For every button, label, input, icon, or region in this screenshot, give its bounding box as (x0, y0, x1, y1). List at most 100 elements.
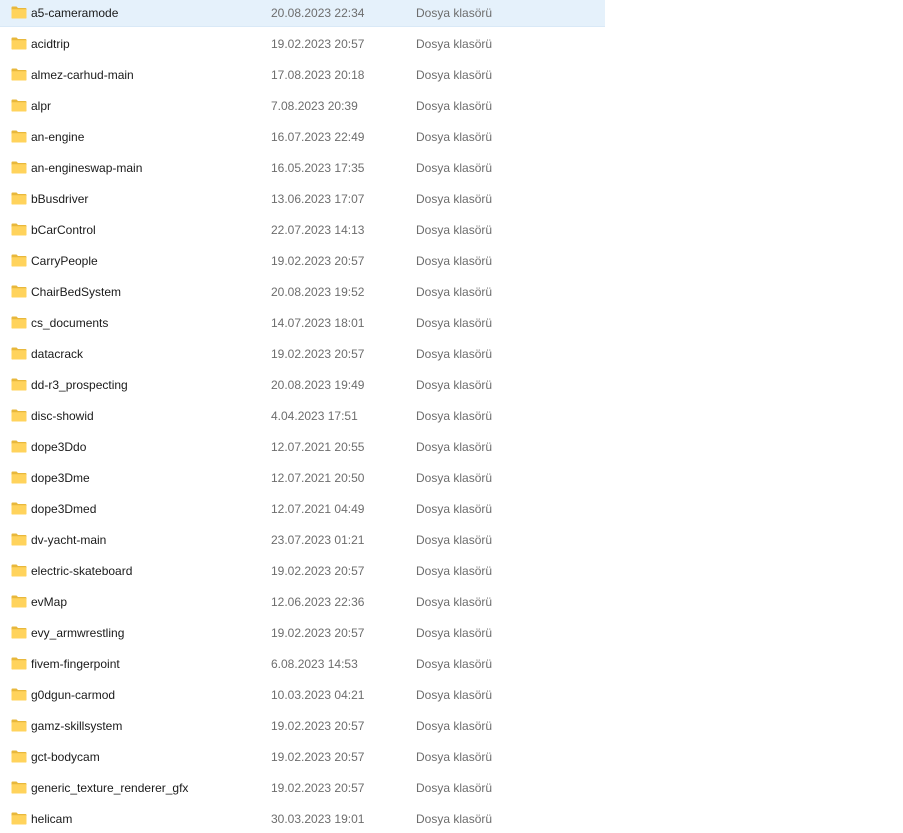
file-date-modified: 23.07.2023 01:21 (271, 533, 365, 547)
folder-icon (11, 409, 27, 422)
file-type: Dosya klasörü (416, 223, 493, 237)
file-row[interactable]: a5-cameramode 20.08.2023 22:34 Dosya klasö… (0, 0, 605, 27)
file-date-modified: 19.02.2023 20:57 (271, 37, 365, 51)
file-type: Dosya klasörü (416, 37, 493, 51)
file-name: an-engineswap-main (31, 161, 143, 175)
file-row[interactable]: dope3Dmed 12.07.2021 04:49 Dosya klasörü (0, 496, 605, 523)
file-row[interactable]: dd-r3_prospecting 20.08.2023 19:49 Dosya k… (0, 372, 605, 399)
file-date-modified: 13.06.2023 17:07 (271, 192, 365, 206)
file-type: Dosya klasörü (416, 688, 493, 702)
folder-icon (11, 192, 27, 205)
file-type: Dosya klasörü (416, 347, 493, 361)
file-row[interactable]: cs_documents 14.07.2023 18:01 Dosya klasör… (0, 310, 605, 337)
file-row[interactable]: gct-bodycam 19.02.2023 20:57 Dosya klasörü (0, 744, 605, 771)
file-name: ChairBedSystem (31, 285, 122, 299)
file-name: gamz-skillsystem (31, 719, 123, 733)
file-name: datacrack (31, 347, 84, 361)
file-row[interactable]: ChairBedSystem 20.08.2023 19:52 Dosya klas… (0, 279, 605, 306)
file-row[interactable]: datacrack 19.02.2023 20:57 Dosya klasörü (0, 341, 605, 368)
file-row[interactable]: an-engine 16.07.2023 22:49 Dosya klasörü (0, 124, 605, 151)
file-name: gct-bodycam (31, 750, 100, 764)
file-date-modified: 19.02.2023 20:57 (271, 626, 365, 640)
file-type: Dosya klasörü (416, 471, 493, 485)
file-type: Dosya klasörü (416, 6, 493, 20)
file-name: evy_armwrestling (31, 626, 125, 640)
file-type: Dosya klasörü (416, 192, 493, 206)
file-date-modified: 20.08.2023 19:52 (271, 285, 365, 299)
file-name: dv-yacht-main (31, 533, 107, 547)
file-name: CarryPeople (31, 254, 98, 268)
file-row[interactable]: bCarControl 22.07.2023 14:13 Dosya klasörü (0, 217, 605, 244)
file-date-modified: 12.07.2021 20:50 (271, 471, 365, 485)
file-row[interactable]: evy_armwrestling 19.02.2023 20:57 Dosya kl… (0, 620, 605, 647)
file-date-modified: 19.02.2023 20:57 (271, 254, 365, 268)
file-date-modified: 7.08.2023 20:39 (271, 99, 358, 113)
file-row[interactable]: electric-skateboard 19.02.2023 20:57 Dosya… (0, 558, 605, 585)
file-row[interactable]: an-engineswap-main 16.05.2023 17:35 Dosya … (0, 155, 605, 182)
file-type: Dosya klasörü (416, 595, 493, 609)
folder-icon (11, 626, 27, 639)
file-date-modified: 19.02.2023 20:57 (271, 719, 365, 733)
file-date-modified: 6.08.2023 14:53 (271, 657, 358, 671)
file-date-modified: 17.08.2023 20:18 (271, 68, 365, 82)
file-row[interactable]: almez-carhud-main 17.08.2023 20:18 Dosya k… (0, 62, 605, 89)
file-type: Dosya klasörü (416, 99, 493, 113)
file-row[interactable]: CarryPeople 19.02.2023 20:57 Dosya klasörü (0, 248, 605, 275)
file-name: almez-carhud-main (31, 68, 134, 82)
file-date-modified: 20.08.2023 22:34 (271, 6, 365, 20)
file-row[interactable]: bBusdriver 13.06.2023 17:07 Dosya klasörü (0, 186, 605, 213)
file-name: g0dgun-carmod (31, 688, 116, 702)
file-row[interactable]: g0dgun-carmod 10.03.2023 04:21 Dosya klasö… (0, 682, 605, 709)
file-row[interactable]: evMap 12.06.2023 22:36 Dosya klasörü (0, 589, 605, 616)
file-date-modified: 19.02.2023 20:57 (271, 564, 365, 578)
folder-icon (11, 750, 27, 763)
folder-icon (11, 254, 27, 267)
file-row[interactable]: dv-yacht-main 23.07.2023 01:21 Dosya klasö… (0, 527, 605, 554)
file-date-modified: 19.02.2023 20:57 (271, 750, 365, 764)
folder-icon (11, 533, 27, 546)
file-type: Dosya klasörü (416, 409, 493, 423)
file-type: Dosya klasörü (416, 378, 493, 392)
file-date-modified: 30.03.2023 19:01 (271, 812, 365, 826)
folder-icon (11, 161, 27, 174)
file-row[interactable]: acidtrip 19.02.2023 20:57 Dosya klasörü (0, 31, 605, 58)
folder-icon (11, 223, 27, 236)
file-type: Dosya klasörü (416, 626, 493, 640)
file-type: Dosya klasörü (416, 719, 493, 733)
file-row[interactable]: disc-showid 4.04.2023 17:51 Dosya klasörü (0, 403, 605, 430)
file-name: dope3Dmed (31, 502, 97, 516)
folder-icon (11, 719, 27, 732)
file-name: bCarControl (31, 223, 96, 237)
file-date-modified: 22.07.2023 14:13 (271, 223, 365, 237)
file-name: dope3Ddo (31, 440, 87, 454)
file-type: Dosya klasörü (416, 750, 493, 764)
file-name: fivem-fingerpoint (31, 657, 120, 671)
file-date-modified: 20.08.2023 19:49 (271, 378, 365, 392)
file-name: an-engine (31, 130, 85, 144)
file-row[interactable]: dope3Dme 12.07.2021 20:50 Dosya klasörü (0, 465, 605, 492)
file-type: Dosya klasörü (416, 161, 493, 175)
file-row[interactable]: fivem-fingerpoint 6.08.2023 14:53 Dosya kl… (0, 651, 605, 678)
file-date-modified: 14.07.2023 18:01 (271, 316, 365, 330)
file-row[interactable]: alpr 7.08.2023 20:39 Dosya klasörü (0, 93, 605, 120)
file-name: dd-r3_prospecting (31, 378, 128, 392)
file-type: Dosya klasörü (416, 130, 493, 144)
file-row[interactable]: helicam 30.03.2023 19:01 Dosya klasörü (0, 806, 605, 833)
file-name: cs_documents (31, 316, 109, 330)
file-type: Dosya klasörü (416, 254, 493, 268)
folder-icon (11, 812, 27, 825)
file-row[interactable]: generic_texture_renderer_gfx 19.02.2023 2… (0, 775, 605, 802)
file-type: Dosya klasörü (416, 285, 493, 299)
file-row[interactable]: gamz-skillsystem 19.02.2023 20:57 Dosya kl… (0, 713, 605, 740)
file-date-modified: 19.02.2023 20:57 (271, 781, 365, 795)
file-name: disc-showid (31, 409, 94, 423)
file-type: Dosya klasörü (416, 657, 493, 671)
file-row[interactable]: dope3Ddo 12.07.2021 20:55 Dosya klasörü (0, 434, 605, 461)
file-type: Dosya klasörü (416, 812, 493, 826)
file-type: Dosya klasörü (416, 440, 493, 454)
folder-icon (11, 68, 27, 81)
file-type: Dosya klasörü (416, 316, 493, 330)
file-name: dope3Dme (31, 471, 90, 485)
folder-icon (11, 595, 27, 608)
file-date-modified: 12.07.2021 20:55 (271, 440, 365, 454)
